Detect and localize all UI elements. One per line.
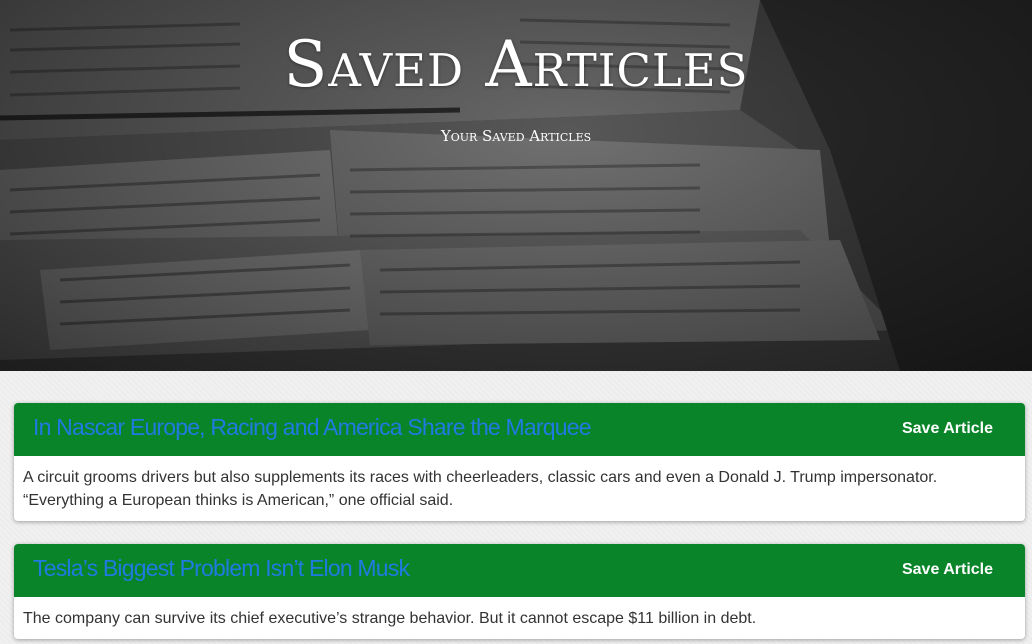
page-subtitle: Your Saved Articles bbox=[440, 127, 592, 145]
article-title-link[interactable]: In Nascar Europe, Racing and America Sha… bbox=[33, 414, 591, 441]
article-card: In Nascar Europe, Racing and America Sha… bbox=[14, 403, 1025, 521]
article-card-header: In Nascar Europe, Racing and America Sha… bbox=[14, 403, 1025, 456]
article-summary: A circuit grooms drivers but also supple… bbox=[23, 469, 938, 509]
page-title: Saved Articles bbox=[283, 28, 749, 102]
article-title-link[interactable]: Tesla’s Biggest Problem Isn’t Elon Musk bbox=[33, 555, 410, 582]
article-card-header: Tesla’s Biggest Problem Isn’t Elon Musk … bbox=[14, 544, 1025, 597]
article-card: Tesla’s Biggest Problem Isn’t Elon Musk … bbox=[14, 544, 1025, 639]
hero-banner: Saved Articles Your Saved Articles bbox=[0, 0, 1032, 371]
articles-list: In Nascar Europe, Racing and America Sha… bbox=[0, 371, 1032, 644]
article-summary: The company can survive its chief execut… bbox=[23, 610, 757, 627]
save-article-button[interactable]: Save Article bbox=[902, 561, 993, 579]
save-article-button[interactable]: Save Article bbox=[902, 420, 993, 438]
